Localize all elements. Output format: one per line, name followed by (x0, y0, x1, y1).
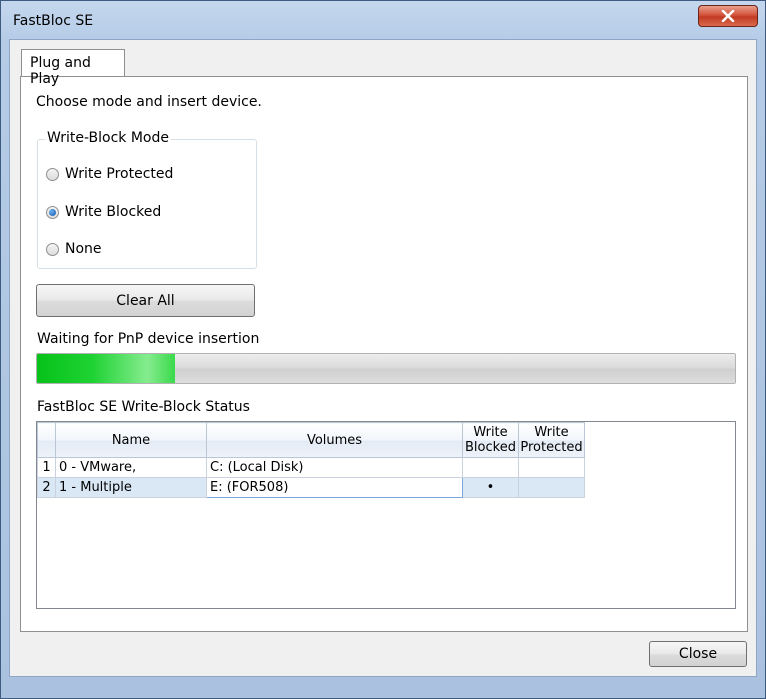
column-header-write-protected[interactable]: Write Protected (518, 422, 585, 458)
header-row: Name Volumes Write Blocked Write Protect… (37, 422, 585, 458)
cell-volumes[interactable]: E: (FOR508) (206, 477, 463, 498)
close-button[interactable]: Close (649, 641, 747, 667)
status-text: Waiting for PnP device insertion (37, 331, 260, 347)
write-block-mode-group: Write-Block Mode Write Protected Write B… (37, 130, 257, 269)
progress-bar (36, 353, 736, 384)
column-header-volumes[interactable]: Volumes (206, 422, 463, 458)
cell-write-protected[interactable] (518, 457, 585, 478)
radio-write-protected[interactable]: Write Protected (46, 166, 173, 182)
cell-write-blocked[interactable] (462, 457, 519, 478)
group-legend: Write-Block Mode (45, 130, 171, 146)
radio-button[interactable] (46, 205, 59, 219)
fastbloc-window: FastBloc SE Plug and Play Choose mode an… (0, 0, 766, 699)
title-bar[interactable]: FastBloc SE (1, 1, 765, 39)
cell-write-blocked[interactable]: • (462, 477, 519, 498)
radio-none[interactable]: None (46, 241, 102, 257)
tab-panel: Choose mode and insert device. Write-Blo… (20, 76, 748, 632)
window-title: FastBloc SE (13, 13, 94, 29)
row-index: 1 (37, 457, 56, 478)
close-icon (721, 10, 735, 22)
progress-fill (37, 354, 175, 383)
window-close-button[interactable] (698, 5, 758, 27)
clear-all-button[interactable]: Clear All (36, 284, 255, 317)
cell-name[interactable]: 0 - VMware, (55, 457, 207, 478)
status-table: Name Volumes Write Blocked Write Protect… (37, 422, 585, 498)
radio-button[interactable] (46, 167, 59, 181)
status-table-label: FastBloc SE Write-Block Status (37, 399, 250, 415)
instruction-text: Choose mode and insert device. (36, 94, 262, 110)
radio-label: Write Blocked (65, 204, 162, 220)
client-area: Plug and Play Choose mode and insert dev… (9, 39, 757, 677)
radio-label: Write Protected (65, 166, 174, 182)
radio-label: None (65, 241, 102, 257)
column-header-index[interactable] (37, 422, 56, 458)
radio-selected-dot (49, 208, 56, 216)
radio-write-blocked[interactable]: Write Blocked (46, 204, 161, 220)
cell-name[interactable]: 1 - Multiple (55, 477, 207, 498)
table-row[interactable]: 1 0 - VMware, C: (Local Disk) (37, 457, 585, 478)
cell-write-protected[interactable] (518, 477, 585, 498)
cell-volumes[interactable]: C: (Local Disk) (206, 457, 463, 478)
radio-button[interactable] (46, 242, 59, 256)
tab-plug-and-play[interactable]: Plug and Play (21, 49, 125, 87)
column-header-write-blocked[interactable]: Write Blocked (462, 422, 519, 458)
status-grid[interactable]: Name Volumes Write Blocked Write Protect… (36, 421, 736, 609)
table-row[interactable]: 2 1 - Multiple E: (FOR508) • (37, 477, 585, 498)
row-index: 2 (37, 477, 56, 498)
column-header-name[interactable]: Name (55, 422, 207, 458)
